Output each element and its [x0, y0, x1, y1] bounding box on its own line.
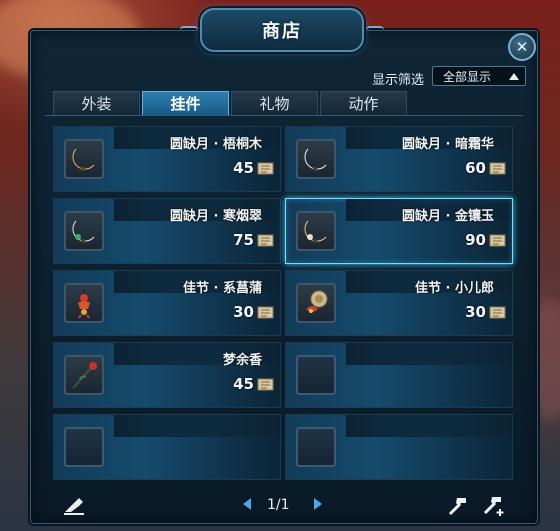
coupon-scroll-icon	[489, 162, 506, 174]
shop-item-slot[interactable]: 圆缺月 · 寒烟翠 75	[53, 198, 281, 264]
tab-gift[interactable]: 礼物	[231, 91, 318, 115]
shop-item-slot-selected[interactable]: 圆缺月 · 金镶玉 90	[285, 198, 513, 264]
unequip-button[interactable]	[62, 494, 86, 518]
tab-label: 挂件	[170, 95, 201, 113]
calamus-charm-icon	[64, 283, 104, 323]
coupon-scroll-icon	[257, 306, 274, 318]
empty-item-slot	[53, 414, 281, 480]
close-button[interactable]: ✕	[508, 33, 536, 61]
dropdown-arrow-icon	[509, 73, 519, 80]
hammer-plus-icon	[483, 497, 504, 516]
item-name: 圆缺月 · 金镶玉	[402, 209, 494, 224]
title-plate: 商店	[180, 8, 384, 52]
hammer-button[interactable]	[446, 494, 470, 518]
shop-item-slot[interactable]: 圆缺月 · 梧桐木 45	[53, 126, 281, 192]
item-name: 圆缺月 · 寒烟翠	[170, 209, 262, 224]
tab-pendant[interactable]: 挂件	[142, 91, 229, 115]
coupon-scroll-icon	[257, 378, 274, 390]
item-name: 梦余香	[222, 353, 262, 368]
filter-dropdown[interactable]: 全部显示	[432, 66, 526, 86]
shop-item-slot[interactable]: 梦余香 45	[53, 342, 281, 408]
empty-item-slot	[285, 342, 513, 408]
item-price: 30	[465, 303, 486, 321]
page-indicator: 1/1	[267, 497, 290, 513]
item-price: 90	[465, 231, 486, 249]
crescent-moon-ornament-jade-icon	[64, 211, 104, 251]
coupon-scroll-icon	[257, 162, 274, 174]
crescent-moon-ornament-silver-icon	[296, 139, 336, 179]
coupon-scroll-icon	[489, 234, 506, 246]
coupon-scroll-icon	[257, 234, 274, 246]
shop-item-slot[interactable]: 佳节 · 系菖蒲 30	[53, 270, 281, 336]
shop-item-slot[interactable]: 圆缺月 · 暗霜华 60	[285, 126, 513, 192]
item-grid: 圆缺月 · 梧桐木 45 圆缺月 · 暗霜华 60 圆缺月 · 寒烟翠 75 圆…	[45, 115, 523, 486]
item-price: 45	[233, 159, 254, 177]
item-name: 佳节 · 系菖蒲	[183, 281, 262, 296]
empty-slot-frame	[64, 427, 104, 467]
tab-label: 动作	[348, 95, 379, 113]
item-price: 30	[233, 303, 254, 321]
tab-label: 礼物	[259, 95, 290, 113]
item-price: 45	[233, 375, 254, 393]
window-title: 商店	[262, 21, 302, 42]
crescent-moon-ornament-gold-jade-icon	[296, 211, 336, 251]
red-flower-branch-icon	[64, 355, 104, 395]
child-charm-icon	[296, 283, 336, 323]
filter-selected-value: 全部显示	[443, 69, 492, 84]
item-name: 圆缺月 · 梧桐木	[170, 137, 262, 152]
empty-slot-frame	[296, 355, 336, 395]
tab-outfit[interactable]: 外装	[53, 91, 140, 115]
unequip-icon	[64, 498, 84, 515]
coupon-scroll-icon	[489, 306, 506, 318]
item-name: 圆缺月 · 暗霜华	[402, 137, 494, 152]
next-page-button[interactable]	[314, 498, 322, 510]
crescent-moon-ornament-gold-icon	[64, 139, 104, 179]
empty-item-slot	[285, 414, 513, 480]
tab-action[interactable]: 动作	[320, 91, 407, 115]
shop-item-slot[interactable]: 佳节 · 小儿郎 30	[285, 270, 513, 336]
item-price: 60	[465, 159, 486, 177]
tab-label: 外装	[81, 95, 112, 113]
filter-label: 显示筛选	[372, 73, 425, 88]
hammer-plus-button[interactable]	[482, 494, 506, 518]
item-price: 75	[233, 231, 254, 249]
empty-slot-frame	[296, 427, 336, 467]
shop-footer: 1/1	[30, 490, 536, 522]
item-name: 佳节 · 小儿郎	[415, 281, 494, 296]
hammer-icon	[448, 498, 466, 516]
close-icon: ✕	[515, 37, 529, 56]
prev-page-button[interactable]	[243, 498, 251, 510]
category-tabs: 外装 挂件 礼物 动作	[53, 91, 407, 115]
